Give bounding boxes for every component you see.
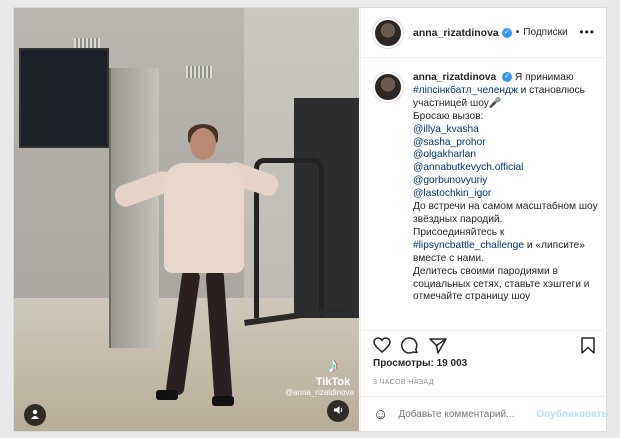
mention-link[interactable]: @sasha_prohor <box>413 137 599 150</box>
emoji-glyph: 🎤 <box>488 97 502 109</box>
person-shoe <box>156 390 178 400</box>
speaker-icon <box>333 405 344 418</box>
more-icon[interactable]: ••• <box>579 25 595 39</box>
mention-link[interactable]: @gorbunovyuriy <box>413 175 599 188</box>
scene-mirror <box>109 68 159 348</box>
challenge-text: Бросаю вызов: <box>413 110 484 122</box>
mention-link[interactable]: @illya_kvasha <box>413 124 599 137</box>
like-button[interactable] <box>373 337 391 358</box>
emoji-icon[interactable]: ☺ <box>373 406 388 423</box>
person-jacket <box>164 163 244 273</box>
view-count[interactable]: Просмотры: 19 003 <box>373 358 467 369</box>
scene-tv <box>19 48 109 148</box>
separator: • <box>515 27 520 38</box>
avatar[interactable] <box>373 17 403 48</box>
tiktok-label: TikTok <box>315 376 351 388</box>
caption-intro: Я принимаю <box>514 72 574 83</box>
verified-icon: ✓ <box>502 72 513 83</box>
post-card: ♪ TikTok @anna_rizatdinova anna_rizatdin… <box>13 7 608 432</box>
caption-body: Делитесь своими пародиями в социальных с… <box>413 265 590 303</box>
tiktok-logo-icon: ♪ <box>327 352 339 377</box>
mention-link[interactable]: @annabutkevych.official <box>413 162 599 175</box>
heart-icon <box>373 337 391 353</box>
caption-text: anna_rizatdinova ✓ Я принимаю #ліпсінкба… <box>413 72 599 326</box>
person-head <box>190 128 216 160</box>
mention-link[interactable]: @lastochkin_igor <box>413 188 599 201</box>
post-timestamp[interactable]: 3 ЧАСОВ НАЗАД <box>373 377 434 386</box>
caption-area: anna_rizatdinova ✓ Я принимаю #ліпсінкба… <box>373 72 599 326</box>
tiktok-username: @anna_rizatdinova <box>284 388 354 397</box>
username-link[interactable]: anna_rizatdinova <box>413 27 499 39</box>
avatar[interactable] <box>373 72 403 102</box>
mute-button[interactable] <box>327 400 349 422</box>
caption-body: Присоединяйтесь к <box>413 226 505 238</box>
publish-button[interactable]: Опубликовать <box>536 409 607 420</box>
save-button[interactable] <box>581 337 595 359</box>
caption-body: До встречи на самом масштабном шоу звёзд… <box>413 201 598 225</box>
bookmark-icon <box>581 337 595 354</box>
following-button[interactable]: Подписки <box>523 27 567 38</box>
comment-input[interactable] <box>398 408 531 420</box>
person-shoe <box>212 396 234 406</box>
scene-vent <box>186 66 212 78</box>
tagged-user-button[interactable] <box>24 404 46 426</box>
comment-icon <box>401 337 418 354</box>
action-bar <box>361 330 607 358</box>
hashtag-link[interactable]: #ліпсінкбатл_челендж <box>413 85 518 96</box>
comment-bar: ☺ Опубликовать <box>361 396 608 431</box>
verified-icon: ✓ <box>501 27 512 38</box>
user-icon <box>30 409 40 422</box>
post-video[interactable]: ♪ TikTok @anna_rizatdinova <box>14 8 359 431</box>
post-header: anna_rizatdinova ✓ • Подписки ••• <box>361 8 607 58</box>
post-sidebar: anna_rizatdinova ✓ • Подписки ••• anna_r… <box>360 8 608 431</box>
mention-link[interactable]: @olgakharlan <box>413 149 599 162</box>
share-icon <box>429 338 447 354</box>
tiktok-watermark: ♪ TikTok <box>310 352 356 389</box>
comment-button[interactable] <box>401 337 419 360</box>
caption-username[interactable]: anna_rizatdinova <box>413 72 496 83</box>
share-button[interactable] <box>429 337 447 359</box>
hashtag-link[interactable]: #lipsyncbattle_challenge <box>413 240 524 251</box>
